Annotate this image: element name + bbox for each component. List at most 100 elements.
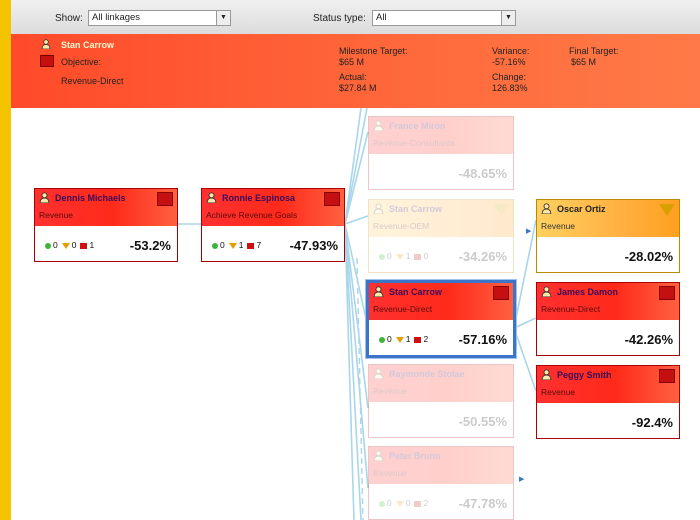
green-count: 0: [387, 498, 392, 508]
card-header: Stan Carrow Revenue-Direct: [369, 283, 513, 320]
green-dot-icon: [379, 253, 385, 260]
chevron-down-icon[interactable]: ▼: [501, 11, 515, 25]
card-header: Raymonde Stolae Revenue: [369, 365, 513, 402]
show-select-value: All linkages: [92, 12, 141, 23]
card-variance: -48.65%: [458, 166, 507, 181]
card-variance: -28.02%: [624, 249, 673, 264]
green-count: 0: [387, 251, 392, 261]
objective-card-oscar-ortiz[interactable]: Oscar Ortiz Revenue -28.02%: [536, 199, 680, 273]
show-select[interactable]: All linkages ▼: [88, 10, 231, 26]
linkage-canvas[interactable]: Dennis Michaels Revenue 0 0 1 -53.2% Ronni…: [11, 108, 700, 520]
card-header: Stan Carrow Revenue-OEM: [369, 200, 513, 237]
card-objective: Achieve Revenue Goals: [206, 210, 298, 220]
yellow-triangle-icon: [395, 500, 404, 507]
card-owner-name[interactable]: Stan Carrow: [389, 287, 442, 297]
actual-label: Actual:: [339, 72, 367, 82]
status-counts: 0 1 2: [379, 334, 428, 344]
green-dot-icon: [379, 500, 385, 507]
yellow-count: 0: [71, 240, 77, 250]
actual-value: $27.84 M: [339, 83, 377, 93]
green-count: 0: [53, 240, 58, 250]
objective-card-ronnie-espinosa[interactable]: Ronnie Espinosa Achieve Revenue Goals 0 1…: [201, 188, 345, 262]
green-count: 0: [387, 334, 392, 344]
card-owner-name[interactable]: Ronnie Espinosa: [222, 193, 295, 203]
change-label: Change:: [492, 72, 527, 82]
red-count: 2: [423, 334, 429, 344]
chevron-down-icon[interactable]: ▼: [216, 11, 230, 25]
yellow-triangle-icon: [395, 253, 404, 260]
objective-card-peggy-smith[interactable]: Peggy Smith Revenue -92.4%: [536, 365, 680, 439]
red-square-icon: [414, 500, 422, 507]
status-flag-icon: [40, 55, 54, 67]
objective-card-dennis-michaels[interactable]: Dennis Michaels Revenue 0 0 1 -53.2%: [34, 188, 178, 262]
red-count: 1: [89, 240, 95, 250]
card-variance: -47.93%: [289, 238, 338, 253]
milestone-value: $65 M: [339, 57, 365, 67]
status-counts: 0 1 7: [212, 240, 261, 250]
objective-value: Revenue-Direct: [61, 76, 124, 86]
status-type-select[interactable]: All ▼: [372, 10, 516, 26]
status-type-label: Status type:: [313, 13, 366, 24]
filter-toolbar: Show: All linkages ▼ Status type: All ▼: [11, 0, 700, 35]
objective-card-raymonde[interactable]: Raymonde Stolae Revenue -50.55%: [368, 364, 514, 438]
card-objective: Revenue-OEM: [373, 221, 430, 231]
card-objective: Revenue: [373, 386, 408, 396]
person-icon: [206, 192, 217, 205]
person-icon: [373, 120, 384, 133]
status-square-icon: [659, 369, 675, 383]
final-target-value: $65 M: [571, 57, 597, 67]
yellow-triangle-icon: [228, 242, 237, 249]
card-objective: Revenue: [39, 210, 74, 220]
card-header: Peggy Smith Revenue: [537, 366, 679, 403]
card-objective: Revenue-Direct: [541, 304, 601, 314]
expand-arrow-icon[interactable]: ▶: [526, 227, 531, 235]
variance-value: -57.16%: [492, 57, 526, 67]
person-icon: [373, 368, 384, 381]
card-owner-name[interactable]: James Damon: [557, 287, 618, 297]
status-square-icon: [157, 192, 173, 206]
card-owner-name[interactable]: Peter Brunn: [389, 451, 441, 461]
card-owner-name[interactable]: France Miron: [389, 121, 446, 131]
objective-card-stan-carrow-oem[interactable]: Stan Carrow Revenue-OEM 0 1 0 -34.26%: [368, 199, 514, 273]
person-icon: [41, 39, 51, 51]
card-variance: -47.78%: [458, 496, 507, 511]
card-owner-name[interactable]: Oscar Ortiz: [557, 204, 606, 214]
person-icon: [39, 192, 50, 205]
objective-card-stan-carrow-direct[interactable]: Stan Carrow Revenue-Direct 0 1 2 -57.16%: [366, 280, 516, 358]
card-objective: Revenue-Direct: [373, 304, 433, 314]
objective-card-france-miron[interactable]: France Miron Revenue-Consultants -48.65%: [368, 116, 514, 190]
card-objective: Revenue: [373, 468, 408, 478]
red-square-icon: [414, 253, 422, 260]
card-header: Peter Brunn Revenue: [369, 447, 513, 484]
objective-card-peter[interactable]: Peter Brunn Revenue 0 0 2 -47.78%: [368, 446, 514, 520]
green-count: 0: [220, 240, 225, 250]
yellow-triangle-icon: [61, 242, 70, 249]
person-icon: [373, 203, 384, 216]
card-owner-name[interactable]: Peggy Smith: [557, 370, 612, 380]
yellow-count: 0: [405, 498, 411, 508]
objective-card-james-damon[interactable]: James Damon Revenue-Direct -42.26%: [536, 282, 680, 356]
card-variance: -53.2%: [129, 238, 171, 253]
card-header: Oscar Ortiz Revenue: [537, 200, 679, 237]
show-label: Show:: [55, 13, 83, 24]
person-icon: [373, 286, 384, 299]
card-variance: -57.16%: [458, 332, 507, 347]
card-owner-name[interactable]: Dennis Michaels: [55, 193, 126, 203]
red-square-icon: [247, 242, 255, 249]
status-select-value: All: [376, 12, 387, 23]
owner-name[interactable]: Stan Carrow: [61, 40, 114, 50]
card-header: James Damon Revenue-Direct: [537, 283, 679, 320]
card-owner-name[interactable]: Stan Carrow: [389, 204, 442, 214]
red-square-icon: [80, 242, 88, 249]
green-dot-icon: [45, 242, 51, 249]
card-variance: -42.26%: [624, 332, 673, 347]
final-target-label: Final Target:: [569, 46, 619, 56]
expand-arrow-icon[interactable]: ▶: [519, 475, 524, 483]
card-objective: Revenue: [541, 221, 576, 231]
card-owner-name[interactable]: Raymonde Stolae: [389, 369, 465, 379]
green-dot-icon: [212, 242, 218, 249]
warning-triangle-icon: [493, 204, 509, 216]
status-square-icon: [659, 286, 675, 300]
warning-triangle-icon: [659, 204, 675, 216]
card-variance: -34.26%: [458, 249, 507, 264]
